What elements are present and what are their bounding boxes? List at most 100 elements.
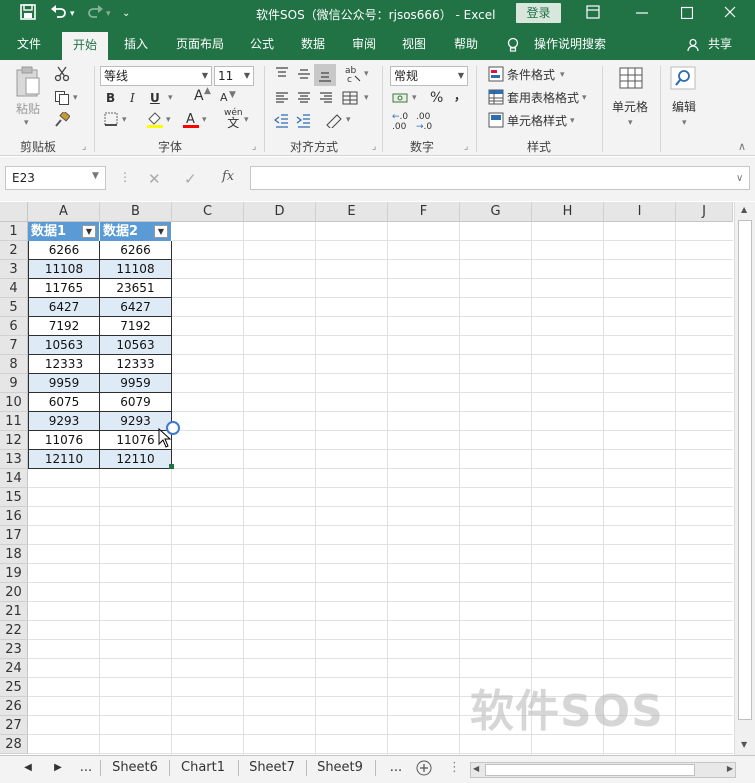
- row-header-26[interactable]: 26: [0, 697, 28, 716]
- more-sheets-left[interactable]: ...: [76, 756, 96, 780]
- number-format-combo[interactable]: 常规 ▼: [390, 66, 468, 86]
- row-header-11[interactable]: 11: [0, 412, 28, 431]
- sheet-tab-chart1[interactable]: Chart1: [172, 756, 234, 780]
- column-header-a[interactable]: A: [28, 202, 100, 222]
- table-cell[interactable]: 23651: [100, 279, 172, 298]
- worksheet-grid[interactable]: A B C D E F G H I J 1 2 3 4 5 6 7 8 9 10 11 12 13 14 15 16 17 18 19 2…: [0, 202, 755, 755]
- cells-icon[interactable]: [618, 66, 644, 95]
- row-header-19[interactable]: 19: [0, 564, 28, 583]
- filter-dropdown-icon[interactable]: ▼: [154, 225, 168, 238]
- text-direction-icon[interactable]: [324, 112, 344, 133]
- name-box-dropdown-icon[interactable]: ▼: [92, 171, 99, 181]
- conditional-format-button[interactable]: 条件格式: [507, 66, 555, 84]
- wrap-text-icon[interactable]: [342, 90, 358, 111]
- editing-button[interactable]: 编辑: [672, 98, 696, 116]
- cell-styles-icon[interactable]: [488, 112, 504, 133]
- row-header-22[interactable]: 22: [0, 621, 28, 640]
- tab-help[interactable]: 帮助: [446, 28, 486, 60]
- row-header-14[interactable]: 14: [0, 469, 28, 488]
- table-cell[interactable]: 12110: [28, 450, 100, 469]
- quick-access-more-icon[interactable]: ⌄: [122, 4, 130, 24]
- font-color-icon[interactable]: A: [182, 110, 200, 133]
- table-cell[interactable]: 7192: [100, 317, 172, 336]
- editing-dropdown-icon[interactable]: ▾: [682, 118, 687, 128]
- increase-indent-icon[interactable]: [296, 112, 312, 133]
- column-header-j[interactable]: J: [676, 202, 733, 222]
- row-header-16[interactable]: 16: [0, 507, 28, 526]
- column-header-i[interactable]: I: [604, 202, 676, 222]
- currency-dropdown-icon[interactable]: ▾: [412, 93, 417, 103]
- tell-me-search[interactable]: 操作说明搜索: [530, 28, 610, 60]
- tab-home[interactable]: 开始: [62, 32, 108, 60]
- tab-view[interactable]: 视图: [396, 28, 432, 60]
- merge-dropdown-icon[interactable]: ▾: [364, 93, 369, 103]
- undo-icon[interactable]: [50, 4, 68, 25]
- scroll-down-icon[interactable]: ▼: [741, 740, 747, 749]
- cell-styles-button[interactable]: 单元格样式: [507, 112, 567, 130]
- tab-split-grip-icon[interactable]: ⋮: [448, 756, 461, 780]
- row-header-10[interactable]: 10: [0, 393, 28, 412]
- row-header-13[interactable]: 13: [0, 450, 28, 469]
- borders-icon[interactable]: [104, 112, 118, 131]
- decrease-decimal-button[interactable]: .00 →.0: [416, 112, 432, 132]
- row-header-4[interactable]: 4: [0, 279, 28, 298]
- undo-dropdown-icon[interactable]: ▾: [70, 4, 75, 24]
- phonetic-dropdown-icon[interactable]: ▾: [244, 115, 249, 125]
- more-sheets-right[interactable]: ...: [386, 756, 406, 780]
- column-header-c[interactable]: C: [172, 202, 244, 222]
- scroll-right-icon[interactable]: ▶: [727, 764, 733, 773]
- column-header-h[interactable]: H: [532, 202, 604, 222]
- clipboard-launcher-icon[interactable]: ⌟: [82, 142, 86, 152]
- ribbon-display-icon[interactable]: [586, 4, 600, 24]
- cancel-formula-icon[interactable]: ✕: [148, 170, 161, 188]
- cells-dropdown-icon[interactable]: ▾: [628, 118, 633, 128]
- add-sheet-icon[interactable]: [414, 756, 434, 780]
- sheet-tab-sheet9[interactable]: Sheet9: [309, 756, 371, 780]
- table-cell[interactable]: 11108: [28, 260, 100, 279]
- increase-decimal-button[interactable]: ←.0.00: [392, 112, 408, 132]
- scroll-left-icon[interactable]: ◀: [473, 764, 479, 773]
- table-cell[interactable]: 6427: [28, 298, 100, 317]
- paste-dropdown-icon[interactable]: ▾: [24, 118, 29, 128]
- scroll-tabs-left-icon[interactable]: ◀: [20, 756, 36, 780]
- phonetic-guide-button[interactable]: wén 文: [224, 108, 243, 130]
- insert-function-button[interactable]: fx: [222, 169, 234, 184]
- borders-dropdown-icon[interactable]: ▾: [122, 115, 127, 125]
- name-box[interactable]: E23: [5, 166, 106, 190]
- table-cell[interactable]: 6075: [28, 393, 100, 412]
- tab-data[interactable]: 数据: [294, 28, 332, 60]
- filter-dropdown-icon[interactable]: ▼: [82, 225, 96, 238]
- close-icon[interactable]: [724, 4, 736, 24]
- cell-styles-dropdown-icon[interactable]: ▾: [570, 116, 575, 126]
- conditional-format-dropdown-icon[interactable]: ▾: [560, 70, 565, 80]
- login-button[interactable]: 登录: [516, 3, 561, 23]
- vertical-scroll-thumb[interactable]: [738, 220, 752, 720]
- horizontal-scroll-thumb[interactable]: [485, 764, 695, 776]
- format-painter-icon[interactable]: [54, 110, 71, 133]
- tab-file[interactable]: 文件: [10, 28, 48, 60]
- cut-icon[interactable]: [54, 66, 70, 87]
- table-header-cell[interactable]: 数据1 ▼: [28, 222, 100, 241]
- currency-icon[interactable]: [392, 90, 410, 111]
- row-header-18[interactable]: 18: [0, 545, 28, 564]
- row-header-15[interactable]: 15: [0, 488, 28, 507]
- font-color-dropdown-icon[interactable]: ▾: [202, 115, 207, 125]
- minimize-icon[interactable]: [636, 4, 648, 24]
- table-cell[interactable]: 11076: [28, 431, 100, 450]
- shrink-font-button[interactable]: A: [220, 89, 228, 107]
- row-header-21[interactable]: 21: [0, 602, 28, 621]
- tab-insert[interactable]: 插入: [116, 28, 156, 60]
- table-header-cell[interactable]: 数据2 ▼: [100, 222, 172, 241]
- share-button[interactable]: 共享: [704, 28, 736, 60]
- alignment-launcher-icon[interactable]: ⌟: [372, 142, 376, 152]
- copy-dropdown-icon[interactable]: ▾: [73, 93, 78, 103]
- table-cell[interactable]: 6266: [28, 241, 100, 260]
- underline-button[interactable]: U: [150, 89, 160, 107]
- redo-icon[interactable]: [86, 4, 104, 25]
- comma-button[interactable]: ，: [454, 87, 466, 105]
- table-cell[interactable]: 6266: [100, 241, 172, 260]
- row-header-12[interactable]: 12: [0, 431, 28, 450]
- column-header-d[interactable]: D: [244, 202, 316, 222]
- select-all-corner[interactable]: [0, 202, 28, 222]
- fill-color-icon[interactable]: [146, 110, 164, 133]
